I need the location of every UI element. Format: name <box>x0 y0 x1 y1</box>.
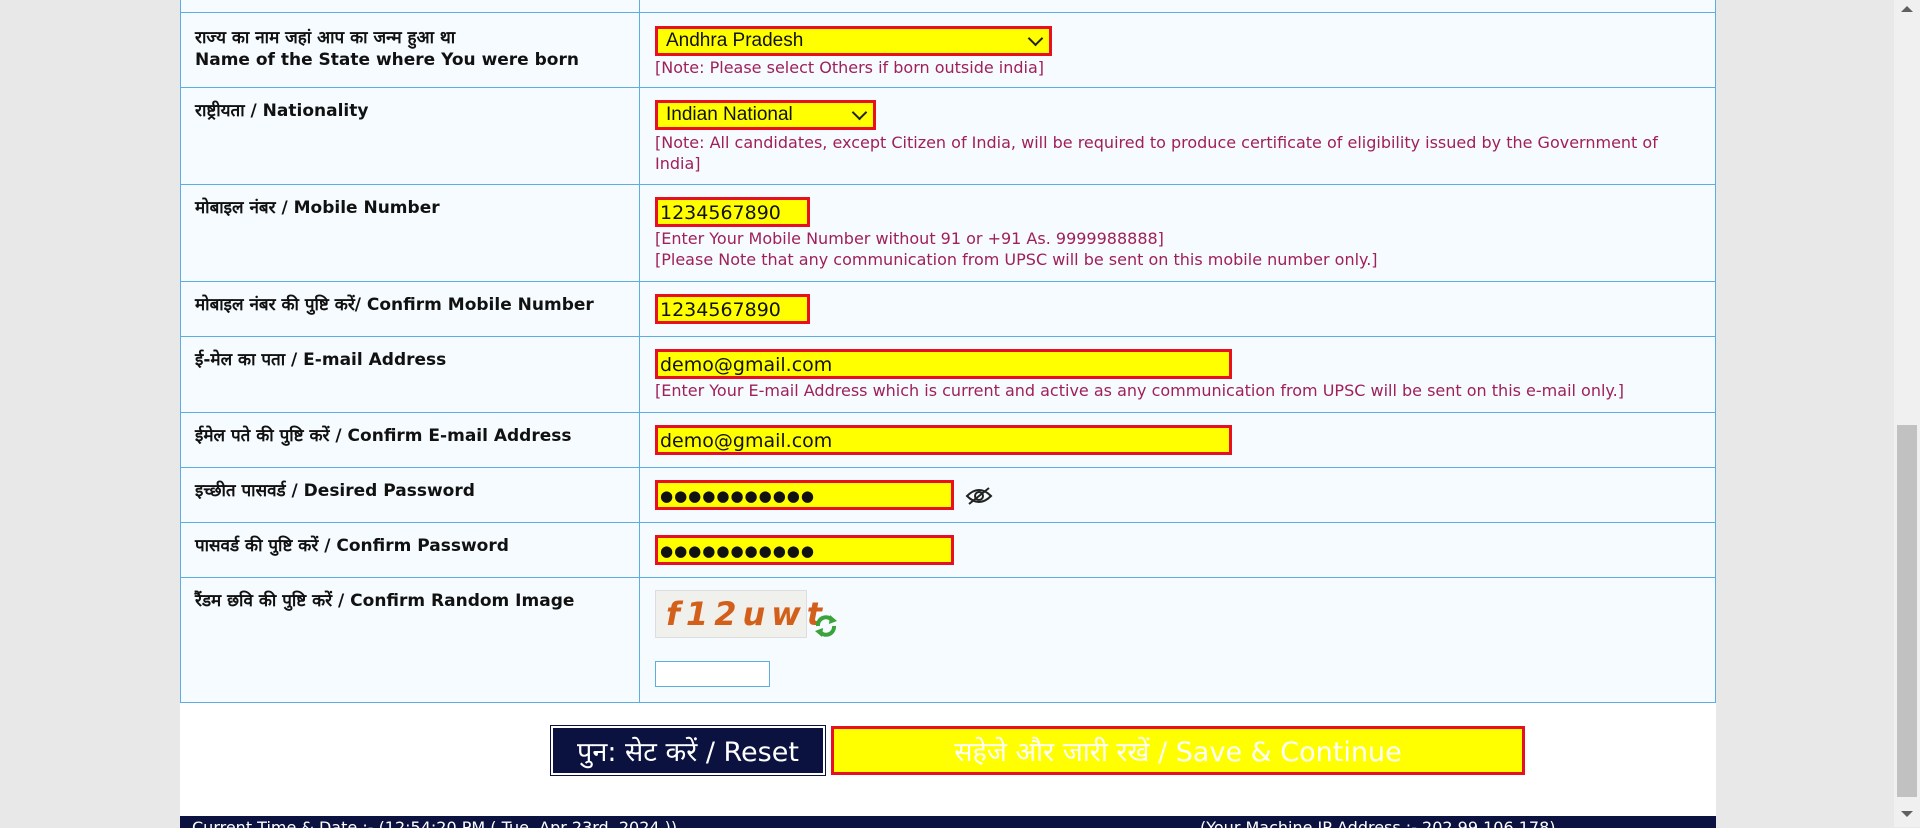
mobile-label: मोबाइल नंबर / Mobile Number <box>195 198 440 218</box>
nationality-select-value: Indian National <box>666 104 793 125</box>
nationality-label: राष्ट्रीयता / Nationality <box>195 101 369 121</box>
table-row-captcha: रैंडम छवि की पुष्टि करें / Confirm Rando… <box>180 577 1716 703</box>
reset-button[interactable]: पुन: सेट करें / Reset <box>550 725 826 776</box>
confirm-email-input[interactable]: demo@gmail.com <box>655 425 1232 455</box>
chevron-down-icon <box>851 104 868 120</box>
table-row-email: ई-मेल का पता / E-mail Address demo@gmail… <box>180 336 1716 413</box>
current-time-text: Current Time & Date :- (12:54:20 PM ( Tu… <box>192 818 678 828</box>
footer-bar: Current Time & Date :- (12:54:20 PM ( Tu… <box>180 816 1716 828</box>
birth-state-select-value: Andhra Pradesh <box>666 30 804 51</box>
birth-state-label-hindi: राज्य का नाम जहां आप का जन्म हुआ था <box>195 28 456 48</box>
scroll-thumb[interactable] <box>1897 425 1917 797</box>
vertical-scrollbar[interactable] <box>1894 0 1920 827</box>
email-note: [Enter Your E-mail Address which is curr… <box>655 381 1624 400</box>
confirm-email-label: ईमेल पते की पुष्टि करें / Confirm E-mail… <box>195 426 572 446</box>
email-input[interactable]: demo@gmail.com <box>655 349 1232 379</box>
machine-ip-text: (Your Machine IP Address :- 202.99.106.1… <box>1200 818 1556 828</box>
captcha-label: रैंडम छवि की पुष्टि करें / Confirm Rando… <box>195 591 575 611</box>
captcha-image: f12uwt <box>655 590 822 638</box>
table-row-mobile: मोबाइल नंबर / Mobile Number 1234567890 [… <box>180 184 1716 282</box>
table-row-confirm-password: पासवर्ड की पुष्टि करें / Confirm Passwor… <box>180 522 1716 578</box>
table-row-password: इच्छीत पासवर्ड / Desired Password ●●●●●●… <box>180 467 1716 523</box>
mobile-note-line2: [Please Note that any communication from… <box>655 250 1378 269</box>
confirm-password-input[interactable]: ●●●●●●●●●●● <box>655 535 954 565</box>
confirm-mobile-input[interactable]: 1234567890 <box>655 294 810 324</box>
email-label: ई-मेल का पता / E-mail Address <box>195 350 447 370</box>
table-row-previous <box>180 0 1716 13</box>
confirm-password-label: पासवर्ड की पुष्टि करें / Confirm Passwor… <box>195 536 509 556</box>
confirm-mobile-label: मोबाइल नंबर की पुष्टि करें/ Confirm Mobi… <box>195 295 594 315</box>
password-label: इच्छीत पासवर्ड / Desired Password <box>195 481 475 501</box>
table-row-confirm-mobile: मोबाइल नंबर की पुष्टि करें/ Confirm Mobi… <box>180 281 1716 337</box>
refresh-icon[interactable] <box>812 612 840 640</box>
password-input[interactable]: ●●●●●●●●●●● <box>655 480 954 510</box>
nationality-note-line2: India] <box>655 154 701 173</box>
registration-form-table: राज्य का नाम जहां आप का जन्म हुआ था Name… <box>180 0 1716 703</box>
birth-state-select[interactable]: Andhra Pradesh <box>655 26 1052 56</box>
mobile-number-input[interactable]: 1234567890 <box>655 197 810 227</box>
captcha-input[interactable] <box>655 661 770 687</box>
mobile-note-line1: [Enter Your Mobile Number without 91 or … <box>655 229 1164 248</box>
table-row-confirm-email: ईमेल पते की पुष्टि करें / Confirm E-mail… <box>180 412 1716 468</box>
application-form-page: राज्य का नाम जहां आप का जन्म हुआ था Name… <box>180 0 1716 828</box>
birth-state-note: [Note: Please select Others if born outs… <box>655 58 1045 77</box>
table-row-nationality: राष्ट्रीयता / Nationality Indian Nationa… <box>180 87 1716 185</box>
scroll-up-arrow-icon[interactable] <box>1901 6 1913 12</box>
table-row-birth-state: राज्य का नाम जहां आप का जन्म हुआ था Name… <box>180 12 1716 88</box>
chevron-down-icon <box>1027 30 1044 46</box>
nationality-note-line1: [Note: All candidates, except Citizen of… <box>655 133 1658 152</box>
scroll-down-arrow-icon[interactable] <box>1901 811 1913 817</box>
eye-off-icon[interactable] <box>965 486 993 506</box>
nationality-select[interactable]: Indian National <box>655 100 876 130</box>
birth-state-label-english: Name of the State where You were born <box>195 50 579 70</box>
save-continue-button[interactable]: सहेजे और जारी रखें / Save & Continue <box>831 726 1525 775</box>
